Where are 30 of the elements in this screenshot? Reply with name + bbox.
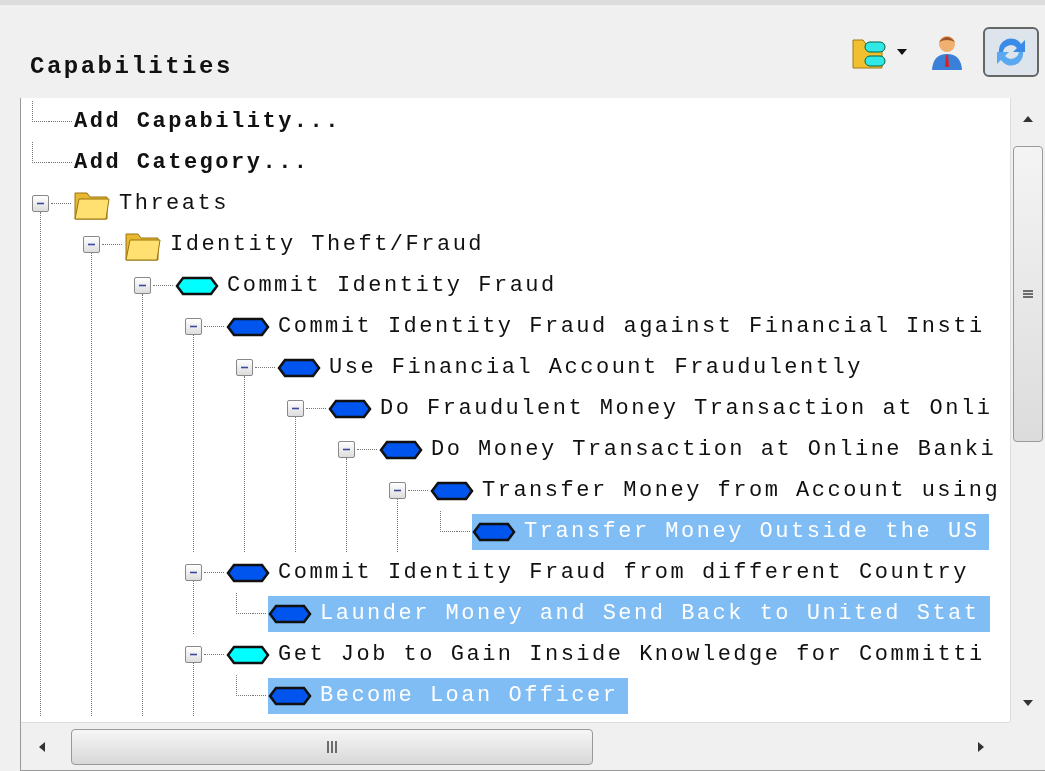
tree-item-label[interactable]: Do Fraudulent Money Transaction at Onli — [380, 392, 993, 425]
collapse-toggle[interactable] — [287, 400, 304, 417]
add-item-link[interactable]: Add Category... — [74, 146, 310, 179]
tree-item-label[interactable]: Identity Theft/Fraud — [170, 228, 485, 261]
add-item-link[interactable]: Add Capability... — [74, 105, 341, 138]
collapse-toggle[interactable] — [185, 318, 202, 335]
collapse-toggle[interactable] — [32, 195, 49, 212]
toolbar-button[interactable] — [983, 26, 1039, 77]
tree-item-label[interactable]: Commit Identity Fraud against Financial Insti — [278, 310, 985, 343]
scroll-right-icon[interactable] — [976, 739, 986, 754]
collapse-toggle[interactable] — [83, 236, 100, 253]
collapse-toggle[interactable] — [185, 646, 202, 663]
tree-item-label[interactable]: Do Money Transaction at Online Banki — [431, 433, 997, 466]
tree-item-label[interactable]: Get Job to Gain Inside Knowledge for Committi — [278, 638, 985, 671]
collapse-toggle[interactable] — [236, 359, 253, 376]
tree-item-label[interactable]: Use Financial Account Fraudulently — [329, 351, 863, 384]
tree-item-label[interactable]: Commit Identity Fraud — [227, 269, 557, 302]
scroll-up-icon[interactable] — [1021, 114, 1035, 124]
tree-item-label[interactable]: Transfer Money from Account using — [482, 474, 1001, 507]
scrollbar-thumb[interactable] — [1013, 146, 1043, 442]
collapse-toggle[interactable] — [185, 564, 202, 581]
collapse-toggle[interactable] — [338, 441, 355, 458]
scrollbar-thumb[interactable] — [71, 728, 593, 765]
collapse-toggle[interactable] — [389, 482, 406, 499]
panel-title: Capabilities — [30, 51, 233, 82]
scroll-down-icon[interactable] — [1021, 698, 1035, 708]
scroll-left-icon[interactable] — [37, 739, 47, 754]
tree-item-label[interactable]: Commit Identity Fraud from different Country — [278, 556, 969, 589]
tree-item-label[interactable]: Threats — [119, 187, 229, 220]
collapse-toggle[interactable] — [134, 277, 151, 294]
